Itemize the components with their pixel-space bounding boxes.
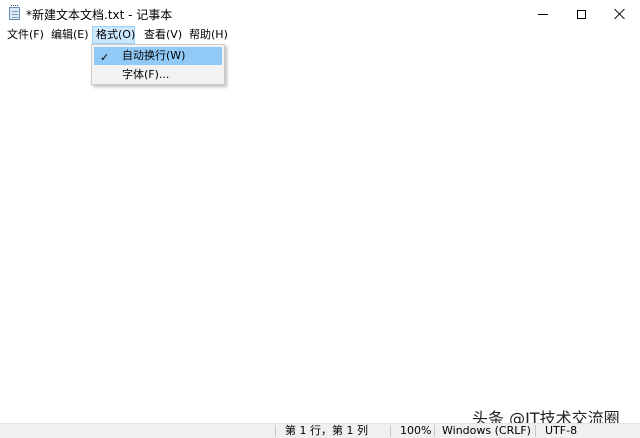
menu-edit[interactable]: 编辑(E) [51, 26, 89, 44]
check-icon: ✓ [100, 51, 110, 64]
encoding: UTF-8 [545, 424, 578, 437]
menu-item-word-wrap-label: 自动换行(W) [122, 49, 186, 62]
menu-format[interactable]: 格式(O) [92, 26, 135, 44]
format-dropdown-menu: ✓ 自动换行(W) 字体(F)... [91, 44, 225, 85]
minimize-icon [538, 13, 548, 15]
menu-item-font-label: 字体(F)... [122, 68, 170, 81]
status-bar: 第 1 行，第 1 列 100% Windows (CRLF) UTF-8 [0, 423, 640, 438]
status-separator [275, 425, 276, 437]
cursor-position: 第 1 行，第 1 列 [285, 424, 368, 437]
status-separator [535, 425, 536, 437]
text-editor[interactable] [0, 45, 640, 423]
close-button[interactable] [597, 0, 640, 28]
status-separator [434, 425, 435, 437]
menu-bar: 文件(F) 编辑(E) 格式(O) 查看(V) 帮助(H) [0, 26, 640, 45]
menu-item-font[interactable]: 字体(F)... [94, 66, 222, 84]
menu-help[interactable]: 帮助(H) [189, 26, 228, 44]
maximize-icon [576, 9, 586, 19]
notepad-icon [9, 5, 20, 20]
zoom-level: 100% [400, 424, 432, 437]
window-title: *新建文本文档.txt - 记事本 [26, 8, 173, 22]
menu-view[interactable]: 查看(V) [144, 26, 182, 44]
line-ending: Windows (CRLF) [442, 424, 531, 437]
status-separator [390, 425, 391, 437]
menu-item-word-wrap[interactable]: ✓ 自动换行(W) [94, 47, 222, 65]
notepad-window: *新建文本文档.txt - 记事本 文件(F) 编辑(E) 格式(O) 查看(V… [0, 0, 640, 438]
menu-file[interactable]: 文件(F) [7, 26, 44, 44]
close-icon [614, 8, 626, 20]
title-bar[interactable]: *新建文本文档.txt - 记事本 [0, 0, 640, 28]
